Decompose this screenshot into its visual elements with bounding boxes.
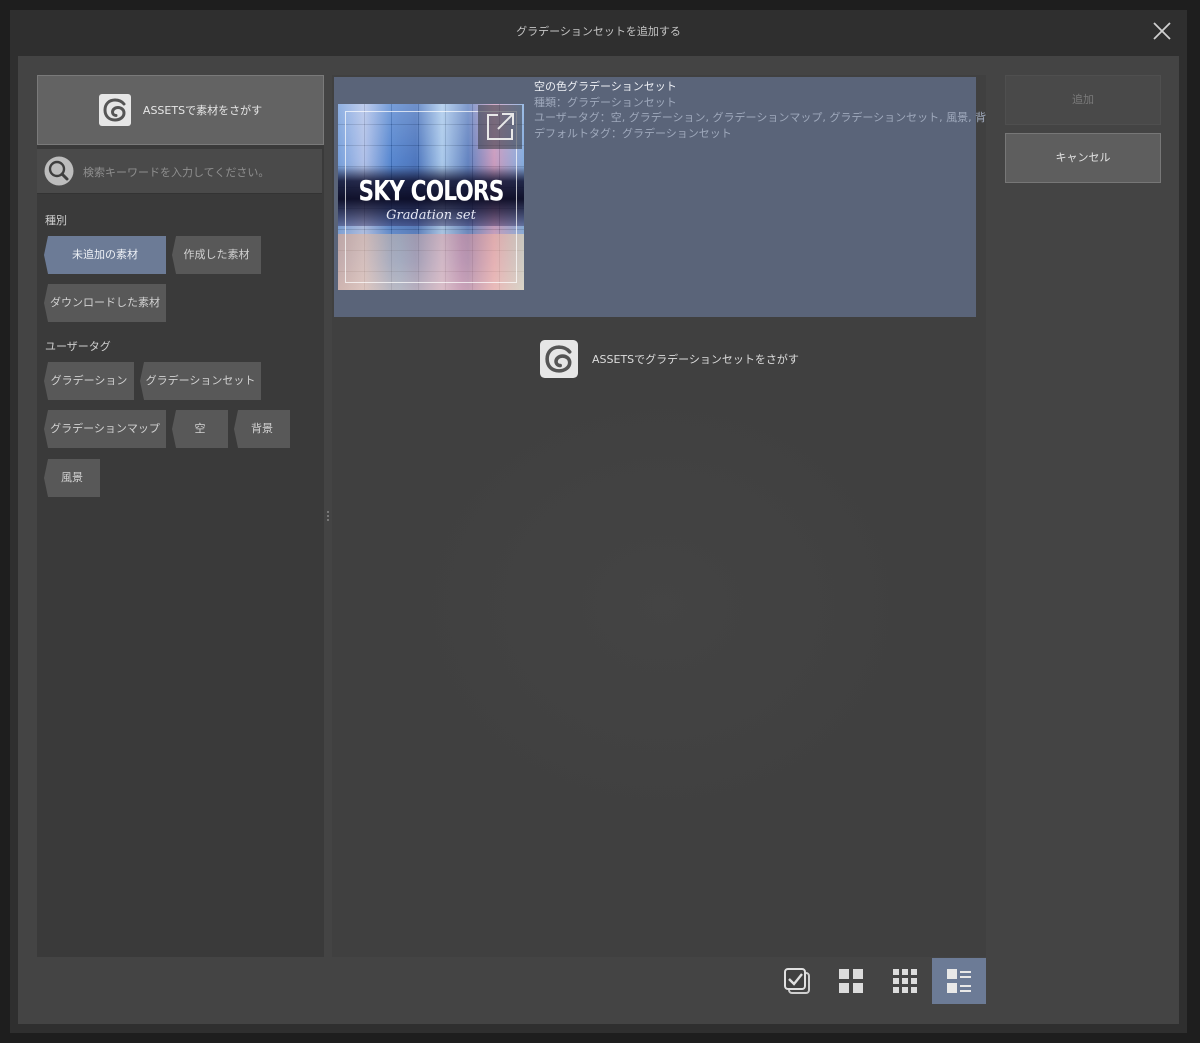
search-box	[37, 149, 322, 194]
dialog-body: ASSETSで素材をさがす 種別 未追加の素材 作成した素材 ダウンロードした素…	[18, 56, 1179, 1024]
user-tag-sky[interactable]: 空	[172, 410, 228, 448]
small-grid-icon	[893, 969, 917, 993]
result-default-tags: デフォルトタグ：グラデーションセット	[534, 126, 732, 140]
category-item-created[interactable]: 作成した素材	[172, 236, 261, 274]
thumbnail-title: SKY COLORS	[358, 174, 505, 207]
result-item[interactable]: SKY COLORS Gradation set 空の色グラデーションセット 種…	[334, 77, 986, 317]
large-grid-icon	[839, 969, 863, 993]
assets-search-button-label: ASSETSで素材をさがす	[142, 104, 263, 117]
check-list-icon	[784, 968, 810, 994]
result-type: 種類：グラデーションセット	[534, 95, 677, 109]
user-tag-background[interactable]: 背景	[234, 410, 290, 448]
close-button[interactable]	[1151, 20, 1173, 42]
user-tag-section-label: ユーザータグ	[45, 340, 111, 353]
result-thumbnail[interactable]: SKY COLORS Gradation set	[338, 104, 524, 290]
category-item-not-added[interactable]: 未追加の素材	[44, 236, 166, 274]
user-tag-gradation-map[interactable]: グラデーションマップ	[44, 410, 166, 448]
cancel-button[interactable]: キャンセル	[1005, 133, 1161, 183]
view-small-grid-button[interactable]	[878, 958, 932, 1004]
results-pane: SKY COLORS Gradation set 空の色グラデーションセット 種…	[332, 75, 986, 957]
close-icon	[1153, 22, 1171, 40]
add-button[interactable]: 追加	[1005, 75, 1161, 125]
thumbnail-subtitle: Gradation set	[386, 208, 476, 223]
view-check-list-button[interactable]	[770, 958, 824, 1004]
assets-search-button[interactable]: ASSETSで素材をさがす	[37, 75, 324, 145]
search-icon	[44, 156, 74, 186]
dialog-title: グラデーションセットを追加する	[516, 25, 681, 38]
open-detail-button[interactable]	[478, 105, 522, 149]
result-title: 空の色グラデーションセット	[534, 80, 677, 93]
view-detail-list-button[interactable]	[932, 958, 986, 1004]
view-large-grid-button[interactable]	[824, 958, 878, 1004]
splitter-grip	[327, 511, 329, 521]
category-section-label: 種別	[45, 214, 67, 227]
assets-search-gradation-link[interactable]: ASSETSでグラデーションセットをさがす	[540, 340, 799, 378]
user-tag-gradation-set[interactable]: グラデーションセット	[140, 362, 261, 400]
dialog-window: グラデーションセットを追加する ASSETSで素材をさがす 検索キーワードを入力…	[10, 10, 1187, 1033]
result-info: 空の色グラデーションセット 種類：グラデーションセット ユーザータグ：空, グラ…	[534, 79, 986, 141]
external-link-icon	[487, 113, 514, 140]
user-tag-scenery[interactable]: 風景	[44, 459, 100, 497]
detail-list-icon	[947, 969, 971, 993]
clip-studio-assets-icon	[98, 94, 131, 126]
user-tag-gradation[interactable]: グラデーション	[44, 362, 134, 400]
clip-studio-assets-icon	[540, 340, 578, 378]
filter-pane: ASSETSで素材をさがす 種別 未追加の素材 作成した素材 ダウンロードした素…	[37, 75, 324, 957]
category-item-downloaded[interactable]: ダウンロードした素材	[44, 284, 166, 322]
assets-search-gradation-label: ASSETSでグラデーションセットをさがす	[592, 353, 799, 366]
result-user-tags: ユーザータグ：空, グラデーション, グラデーションマップ, グラデーションセッ…	[534, 111, 986, 124]
search-input[interactable]	[81, 155, 320, 189]
pane-splitter[interactable]	[324, 75, 332, 957]
results-background	[392, 375, 932, 835]
